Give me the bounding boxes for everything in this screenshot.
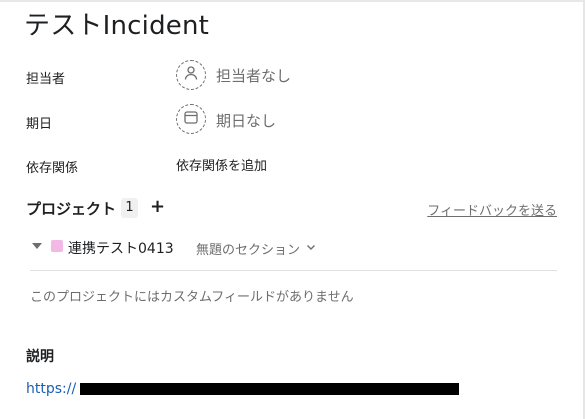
section-label: 無題のセクション: [196, 243, 301, 258]
add-project-button[interactable]: +: [150, 197, 165, 217]
redacted-url: [80, 383, 459, 395]
top-divider: [0, 0, 585, 2]
calendar-icon: [183, 109, 199, 129]
due-date-label: 期日: [26, 117, 53, 132]
description-heading: 説明: [26, 349, 54, 365]
assignee-value[interactable]: 担当者なし: [216, 65, 291, 86]
person-icon: [183, 65, 199, 85]
caret-down-icon[interactable]: [32, 243, 42, 249]
assignee-label: 担当者: [26, 72, 66, 87]
plus-icon: +: [150, 196, 166, 217]
projects-count-badge: 1: [121, 198, 138, 218]
due-date-value[interactable]: 期日なし: [216, 110, 276, 131]
due-date-button[interactable]: [176, 104, 206, 134]
task-title[interactable]: テストIncident: [24, 5, 209, 42]
project-name[interactable]: 連携テスト0413: [68, 238, 174, 258]
project-divider: [30, 270, 557, 271]
add-dependency-button[interactable]: 依存関係を追加: [176, 155, 267, 174]
no-custom-fields-message: このプロジェクトにはカスタムフィールドがありません: [30, 290, 354, 305]
description-link[interactable]: https://: [26, 381, 76, 397]
project-color-swatch: [51, 240, 63, 252]
send-feedback-link[interactable]: フィードバックを送る: [427, 200, 557, 219]
assignee-button[interactable]: [176, 60, 206, 90]
chevron-down-icon: [306, 241, 316, 256]
dependencies-label: 依存関係: [26, 161, 79, 176]
section-dropdown[interactable]: 無題のセクション: [196, 239, 316, 258]
projects-heading: プロジェクト: [26, 200, 117, 218]
